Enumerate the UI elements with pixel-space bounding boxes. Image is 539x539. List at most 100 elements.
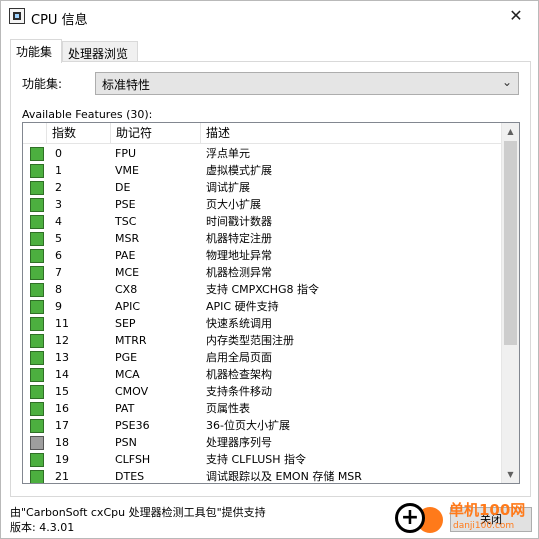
list-item[interactable]: 3 PSE 页大小扩展 — [23, 196, 501, 213]
list-item[interactable]: 4 TSC 时间戳计数器 — [23, 213, 501, 230]
row-index: 7 — [55, 266, 62, 279]
status-enabled-icon — [30, 164, 44, 178]
row-description: 时间戳计数器 — [206, 215, 272, 228]
row-description: 36-位页大小扩展 — [206, 419, 290, 432]
row-mnemonic: VME — [115, 164, 139, 177]
row-description: 调试扩展 — [206, 181, 250, 194]
status-enabled-icon — [30, 181, 44, 195]
status-enabled-icon — [30, 266, 44, 280]
scroll-up-icon[interactable]: ▲ — [502, 123, 519, 140]
row-mnemonic: PGE — [115, 351, 138, 364]
list-item[interactable]: 11 SEP 快速系统调用 — [23, 315, 501, 332]
list-item[interactable]: 0 FPU 浮点单元 — [23, 145, 501, 162]
close-window-icon[interactable]: ✕ — [494, 1, 538, 31]
column-header-status[interactable] — [23, 123, 47, 144]
column-header-index[interactable]: 指数 — [47, 123, 111, 144]
features-list[interactable]: 指数 助记符 描述 0 FPU 浮点单元 1 VME 虚拟模式扩展 2 DE 调试扩展 3 PSE 页… — [22, 122, 520, 484]
available-features-label: Available Features (30): — [22, 108, 153, 121]
status-enabled-icon — [30, 215, 44, 229]
row-mnemonic: MCE — [115, 266, 140, 279]
row-mnemonic: PSE — [115, 198, 136, 211]
chevron-down-icon: ⌄ — [501, 75, 512, 89]
list-item[interactable]: 14 MCA 机器检查架构 — [23, 366, 501, 383]
status-enabled-icon — [30, 385, 44, 399]
row-mnemonic: PSE36 — [115, 419, 150, 432]
row-index: 6 — [55, 249, 62, 262]
row-description: 支持 CLFLUSH 指令 — [206, 453, 307, 466]
featureset-dropdown[interactable]: 标准特性 ⌄ — [95, 72, 519, 95]
row-index: 4 — [55, 215, 62, 228]
row-description: 页属性表 — [206, 402, 250, 415]
watermark-url: danji100.com — [453, 521, 515, 531]
list-item[interactable]: 13 PGE 启用全局页面 — [23, 349, 501, 366]
list-item[interactable]: 12 MTRR 内存类型范围注册 — [23, 332, 501, 349]
column-header-mnemonic[interactable]: 助记符 — [111, 123, 201, 144]
row-description: 处理器序列号 — [206, 436, 272, 449]
list-item[interactable]: 21 DTES 调试跟踪以及 EMON 存储 MSR — [23, 468, 501, 483]
version-text: 版本: 4.3.01 — [10, 521, 75, 534]
row-description: 虚拟模式扩展 — [206, 164, 272, 177]
list-item[interactable]: 5 MSR 机器特定注册 — [23, 230, 501, 247]
row-index: 13 — [55, 351, 69, 364]
column-header-description[interactable]: 描述 — [201, 123, 501, 144]
row-mnemonic: SEP — [115, 317, 136, 330]
row-index: 11 — [55, 317, 69, 330]
row-mnemonic: DTES — [115, 470, 145, 483]
title-bar: CPU 信息 ✕ — [1, 1, 538, 31]
row-description: 支持 CMPXCHG8 指令 — [206, 283, 320, 296]
list-item[interactable]: 17 PSE36 36-位页大小扩展 — [23, 417, 501, 434]
scroll-down-icon[interactable]: ▼ — [502, 466, 519, 483]
tab-featureset[interactable]: 功能集 — [10, 39, 62, 63]
row-mnemonic: MTRR — [115, 334, 147, 347]
featureset-label: 功能集: — [22, 77, 63, 91]
status-enabled-icon — [30, 283, 44, 297]
row-description: 机器检测异常 — [206, 266, 272, 279]
row-index: 21 — [55, 470, 69, 483]
featureset-selected-value: 标准特性 — [102, 78, 151, 92]
list-item[interactable]: 9 APIC APIC 硬件支持 — [23, 298, 501, 315]
row-index: 16 — [55, 402, 69, 415]
row-mnemonic: APIC — [115, 300, 141, 313]
list-item[interactable]: 16 PAT 页属性表 — [23, 400, 501, 417]
row-index: 12 — [55, 334, 69, 347]
status-enabled-icon — [30, 351, 44, 365]
cpu-app-icon — [9, 8, 25, 24]
list-item[interactable]: 7 MCE 机器检测异常 — [23, 264, 501, 281]
row-mnemonic: PAT — [115, 402, 135, 415]
scroll-thumb[interactable] — [504, 141, 517, 345]
status-enabled-icon — [30, 470, 44, 483]
list-item[interactable]: 18 PSN 处理器序列号 — [23, 434, 501, 451]
list-item[interactable]: 8 CX8 支持 CMPXCHG8 指令 — [23, 281, 501, 298]
row-description: 页大小扩展 — [206, 198, 261, 211]
list-item[interactable]: 2 DE 调试扩展 — [23, 179, 501, 196]
cpu-info-window: CPU 信息 ✕ 功能集 处理器浏览 功能集: 标准特性 ⌄ Available… — [0, 0, 539, 539]
list-item[interactable]: 15 CMOV 支持条件移动 — [23, 383, 501, 400]
row-mnemonic: MCA — [115, 368, 140, 381]
status-enabled-icon — [30, 147, 44, 161]
list-item[interactable]: 6 PAE 物理地址异常 — [23, 247, 501, 264]
watermark-plus-icon: + — [395, 503, 425, 533]
featureset-panel: 功能集: 标准特性 ⌄ Available Features (30): 指数 … — [10, 61, 531, 497]
list-item[interactable]: 1 VME 虚拟模式扩展 — [23, 162, 501, 179]
row-mnemonic: MSR — [115, 232, 140, 245]
tab-processor-browse[interactable]: 处理器浏览 — [62, 41, 138, 62]
list-body: 0 FPU 浮点单元 1 VME 虚拟模式扩展 2 DE 调试扩展 3 PSE 页大小扩展 4 TSC 时间… — [23, 145, 501, 483]
vertical-scrollbar[interactable]: ▲ ▼ — [501, 123, 519, 483]
row-description: 启用全局页面 — [206, 351, 272, 364]
row-index: 8 — [55, 283, 62, 296]
row-mnemonic: CMOV — [115, 385, 149, 398]
watermark-text: 单机100网 — [449, 501, 526, 519]
status-enabled-icon — [30, 232, 44, 246]
row-mnemonic: PSN — [115, 436, 137, 449]
row-mnemonic: CX8 — [115, 283, 138, 296]
row-mnemonic: PAE — [115, 249, 136, 262]
row-index: 18 — [55, 436, 69, 449]
row-description: 物理地址异常 — [206, 249, 272, 262]
list-item[interactable]: 19 CLFSH 支持 CLFLUSH 指令 — [23, 451, 501, 468]
row-description: APIC 硬件支持 — [206, 300, 279, 313]
row-index: 17 — [55, 419, 69, 432]
window-title: CPU 信息 — [31, 13, 88, 28]
site-watermark: + 单机100网 danji100.com — [395, 497, 539, 539]
status-enabled-icon — [30, 402, 44, 416]
status-enabled-icon — [30, 334, 44, 348]
